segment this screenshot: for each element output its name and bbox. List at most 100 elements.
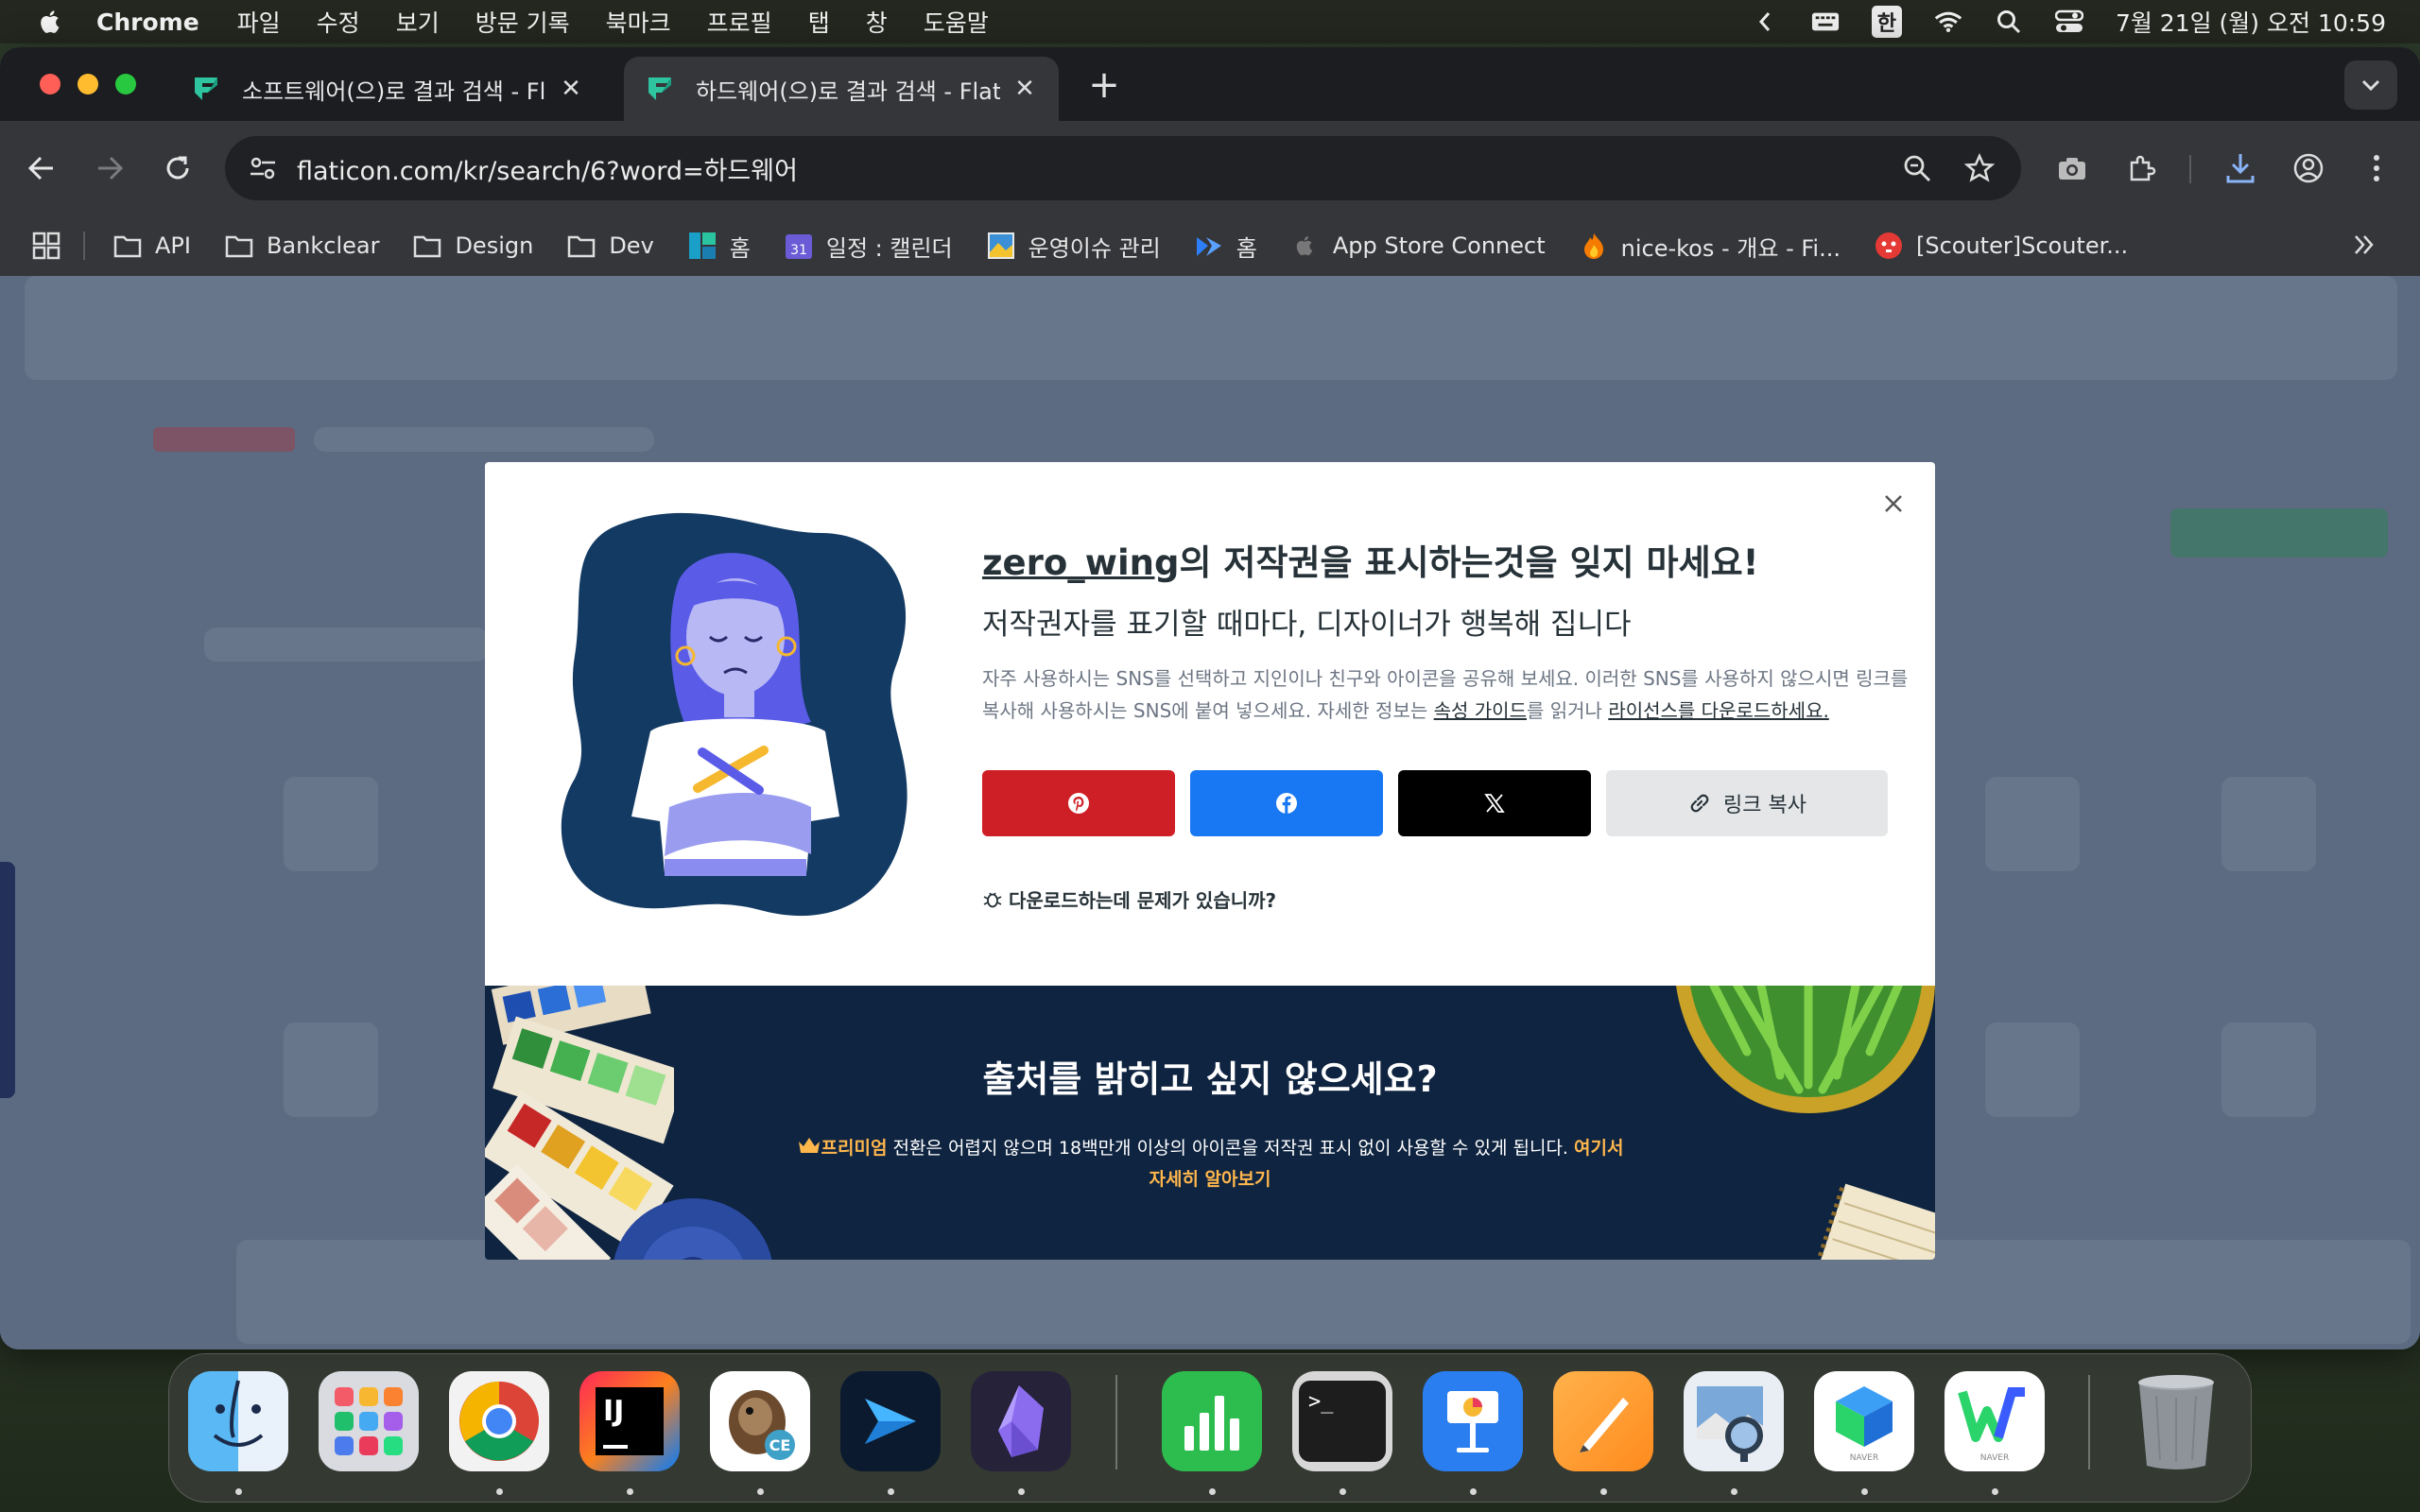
zoom-magnifier-icon[interactable] xyxy=(1896,147,1938,189)
back-arrow-icon[interactable] xyxy=(19,146,64,191)
site-settings-icon[interactable] xyxy=(244,149,282,187)
facebook-icon xyxy=(1276,793,1297,814)
running-indicator xyxy=(757,1488,764,1495)
more-menu-icon[interactable] xyxy=(2354,146,2399,191)
wifi-icon[interactable] xyxy=(1934,8,1962,36)
minimize-window-button[interactable] xyxy=(78,74,98,94)
bookmark-label: API xyxy=(155,232,191,259)
bookmark-nice-kos[interactable]: nice-kos - 개요 - Fi... xyxy=(1580,230,1841,263)
bookmark-app-store-connect[interactable]: App Store Connect xyxy=(1291,232,1546,260)
azure-data-studio-icon[interactable] xyxy=(840,1371,941,1471)
zoom-window-button[interactable] xyxy=(115,74,136,94)
launchpad-icon[interactable] xyxy=(319,1371,419,1471)
flow-icon xyxy=(1195,232,1223,260)
bookmark-api[interactable]: API xyxy=(113,232,191,260)
attribution-modal: zero_wing의 저작권을 표시하는것을 잊지 마세요! 저작권자를 표기할… xyxy=(485,462,1935,1260)
menu-history[interactable]: 방문 기록 xyxy=(475,5,570,39)
side-feedback-tab[interactable] xyxy=(0,862,15,1098)
premium-banner-title: 출처를 밝히고 싶지 않으세요? xyxy=(982,1058,1438,1100)
menu-window[interactable]: 창 xyxy=(866,5,888,39)
menu-tab[interactable]: 탭 xyxy=(808,5,830,39)
share-x-button[interactable] xyxy=(1398,770,1591,836)
bookmark-star-icon[interactable] xyxy=(1959,147,2000,189)
screenshot-camera-icon[interactable] xyxy=(2049,146,2095,191)
bookmark-home-flow[interactable]: 홈 xyxy=(1195,230,1257,263)
tab-title: 하드웨어(으)로 결과 검색 - Flaticon xyxy=(696,77,1000,105)
bookmark-dev[interactable]: Dev xyxy=(567,232,654,260)
sad-designer-illustration xyxy=(561,512,908,917)
intellij-icon[interactable]: IJ xyxy=(579,1371,680,1471)
url-text[interactable]: flaticon.com/kr/search/6?word=하드웨어 xyxy=(297,150,1896,187)
tab-software-search[interactable]: 소프트웨어(으)로 결과 검색 - Flaticon ✕ xyxy=(170,57,605,121)
menu-profile[interactable]: 프로필 xyxy=(707,5,772,39)
desc-text-part2: 를 읽거나 xyxy=(1526,699,1609,722)
tab-strip: 소프트웨어(으)로 결과 검색 - Flaticon ✕ 하드웨어(으)로 결과… xyxy=(0,47,2420,121)
menu-view[interactable]: 보기 xyxy=(396,5,440,39)
terminal-icon[interactable]: >_ xyxy=(1292,1371,1392,1471)
menu-bookmarks[interactable]: 북마크 xyxy=(606,5,671,39)
bookmark-design[interactable]: Design xyxy=(413,232,533,260)
bookmarks-divider xyxy=(83,232,85,260)
copy-link-button[interactable]: 링크 복사 xyxy=(1606,770,1888,836)
naver-works-icon[interactable]: NAVER xyxy=(1814,1371,1914,1471)
menu-file[interactable]: 파일 xyxy=(237,5,281,39)
downloads-icon[interactable] xyxy=(2218,146,2263,191)
close-modal-icon[interactable] xyxy=(1878,489,1909,519)
forward-arrow-icon[interactable] xyxy=(87,146,132,191)
running-indicator xyxy=(1600,1488,1607,1495)
apps-grid-icon[interactable] xyxy=(32,232,60,260)
close-tab-icon[interactable]: ✕ xyxy=(558,75,584,103)
menubar-clock[interactable]: 7월 21일 (월) 오전 10:59 xyxy=(2116,5,2386,39)
tab-hardware-search[interactable]: 하드웨어(으)로 결과 검색 - Flaticon ✕ xyxy=(624,57,1059,121)
chrome-icon[interactable] xyxy=(449,1371,549,1471)
tab-search-chevron-icon[interactable] xyxy=(2344,60,2397,110)
preview-icon[interactable] xyxy=(1684,1371,1784,1471)
naver-whale-icon[interactable]: NAVER xyxy=(1945,1371,2045,1471)
keyboard-icon[interactable] xyxy=(1811,8,1840,36)
extensions-puzzle-icon[interactable] xyxy=(2119,146,2165,191)
finder-icon[interactable] xyxy=(188,1371,288,1471)
bookmark-label: [Scouter]Scouter... xyxy=(1915,232,2129,259)
share-pinterest-button[interactable] xyxy=(982,770,1175,836)
browser-window: 소프트웨어(으)로 결과 검색 - Flaticon ✕ 하드웨어(으)로 결과… xyxy=(0,47,2420,1349)
bookmark-calendar[interactable]: 31 일정 : 캘린더 xyxy=(785,230,953,263)
bookmark-scouter[interactable]: [Scouter]Scouter... xyxy=(1875,232,2128,260)
download-license-link[interactable]: 라이선스를 다운로드하세요. xyxy=(1608,699,1829,722)
attribution-guide-link[interactable]: 속성 가이드 xyxy=(1434,699,1527,722)
bookmark-home-board[interactable]: 홈 xyxy=(688,230,751,263)
menu-app-name[interactable]: Chrome xyxy=(96,9,199,36)
obsidian-icon[interactable] xyxy=(971,1371,1071,1471)
new-tab-plus-icon[interactable]: + xyxy=(1085,63,1123,107)
close-tab-icon[interactable]: ✕ xyxy=(1011,75,1038,103)
menu-help[interactable]: 도움말 xyxy=(924,5,989,39)
numbers-icon[interactable] xyxy=(1162,1371,1262,1471)
apple-icon[interactable] xyxy=(38,9,64,35)
keynote-icon[interactable] xyxy=(1423,1371,1523,1471)
input-method-indicator[interactable]: 한 xyxy=(1871,6,1902,38)
share-facebook-button[interactable] xyxy=(1190,770,1383,836)
download-problem-link[interactable]: 다운로드하는데 문제가 있습니까? xyxy=(982,885,1276,913)
bookmark-ops-issues[interactable]: 운영이슈 관리 xyxy=(987,230,1161,263)
premium-link[interactable]: 프리미엄 xyxy=(821,1138,888,1159)
close-window-button[interactable] xyxy=(40,74,60,94)
profile-avatar-icon[interactable] xyxy=(2286,146,2331,191)
trash-icon[interactable] xyxy=(2126,1371,2226,1471)
address-bar[interactable]: flaticon.com/kr/search/6?word=하드웨어 xyxy=(225,136,2021,200)
control-center-icon[interactable] xyxy=(2054,8,2083,36)
dock: IJ CE >_ NAVER NAVER xyxy=(168,1353,2252,1503)
folder-icon xyxy=(567,232,596,260)
spotlight-search-icon[interactable] xyxy=(1995,8,2023,36)
copy-link-label: 링크 복사 xyxy=(1723,794,1806,817)
pages-icon[interactable] xyxy=(1553,1371,1653,1471)
chevron-left-icon[interactable] xyxy=(1751,8,1779,36)
author-link[interactable]: zero_wing xyxy=(982,542,1180,583)
link-icon xyxy=(1690,794,1709,813)
menu-edit[interactable]: 수정 xyxy=(317,5,360,39)
reload-icon[interactable] xyxy=(155,146,200,191)
dbeaver-icon[interactable]: CE xyxy=(710,1371,810,1471)
running-indicator xyxy=(1992,1488,1998,1495)
attribution-heading: zero_wing의 저작권을 표시하는것을 잊지 마세요! xyxy=(982,534,1759,585)
more-bookmarks-chevron-icon[interactable] xyxy=(2352,232,2377,263)
bookmark-bankclear[interactable]: Bankclear xyxy=(225,232,379,260)
attribution-description: 자주 사용하시는 SNS를 선택하고 지인이나 친구와 아이콘을 공유해 보세요… xyxy=(982,662,1909,727)
